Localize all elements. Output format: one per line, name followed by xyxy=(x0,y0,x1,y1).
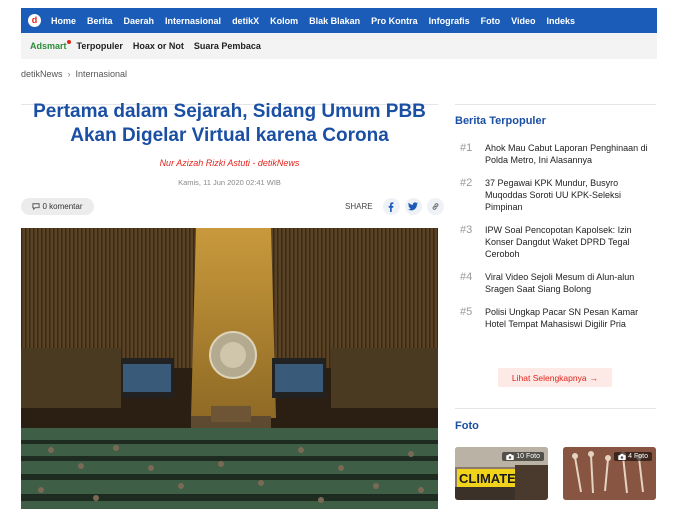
camera-icon xyxy=(618,453,626,460)
climate-sign-text: CLIMATE xyxy=(459,471,516,486)
subnav-adsmart[interactable]: Adsmart xyxy=(30,40,70,51)
nav-home[interactable]: Home xyxy=(51,16,76,26)
rank-number: #1 xyxy=(460,142,473,154)
nav-pro-kontra[interactable]: Pro Kontra xyxy=(371,16,418,26)
article-date: Kamis, 11 Jun 2020 02:41 WIB xyxy=(178,178,281,187)
twitter-share-button[interactable] xyxy=(404,198,422,215)
logo-letter: d xyxy=(31,15,38,25)
photo-count-badge: 10 Foto xyxy=(502,452,544,461)
share-label: SHARE xyxy=(345,202,373,211)
share-bar: SHARE xyxy=(345,198,444,215)
subnav-hoax-or-not[interactable]: Hoax or Not xyxy=(133,41,184,51)
subnav-suara-pembaca[interactable]: Suara Pembaca xyxy=(194,41,261,51)
un-assembly-hall-image xyxy=(21,228,438,509)
photo-gallery-card[interactable]: 4 Foto xyxy=(563,447,656,500)
news-headline[interactable]: 37 Pegawai KPK Mundur, Busyro Muqoddas S… xyxy=(485,177,656,213)
nav-detikx[interactable]: detikX xyxy=(232,16,259,26)
camera-icon xyxy=(506,453,514,460)
foto-heading: Foto xyxy=(455,420,479,432)
nav-berita[interactable]: Berita xyxy=(87,16,113,26)
list-item[interactable]: #5 Polisi Ungkap Pacar SN Pesan Kamar Ho… xyxy=(460,306,656,330)
breadcrumb-internasional[interactable]: Internasional xyxy=(76,69,128,79)
arrow-right-icon: → xyxy=(589,372,599,383)
list-item[interactable]: #4 Viral Video Sejoli Mesum di Alun-alun… xyxy=(460,271,656,295)
subnav-terpopuler[interactable]: Terpopuler xyxy=(77,41,123,51)
photo-count: 4 Foto xyxy=(628,453,648,460)
nav-blak-blakan[interactable]: Blak Blakan xyxy=(309,16,360,26)
article-title: Pertama dalam Sejarah, Sidang Umum PBB A… xyxy=(33,101,426,146)
twitter-icon xyxy=(408,202,419,211)
rank-number: #3 xyxy=(460,224,473,236)
photo-gallery-card[interactable]: CLIMATE 10 Foto xyxy=(455,447,548,500)
comment-count: 0 komentar xyxy=(42,202,83,211)
main-nav: d Home Berita Daerah Internasional detik… xyxy=(21,8,657,33)
nav-infografis[interactable]: Infografis xyxy=(429,16,470,26)
news-headline[interactable]: Ahok Mau Cabut Laporan Penghinaan di Pol… xyxy=(485,142,656,166)
sub-nav: Adsmart Terpopuler Hoax or Not Suara Pem… xyxy=(21,33,657,59)
article-hero-image[interactable] xyxy=(21,228,438,509)
comment-icon xyxy=(32,203,41,210)
popular-news-heading: Berita Terpopuler xyxy=(455,115,546,127)
detik-logo[interactable]: d xyxy=(28,14,41,27)
nav-indeks[interactable]: Indeks xyxy=(546,16,575,26)
rank-number: #2 xyxy=(460,177,473,189)
list-item[interactable]: #3 IPW Soal Pencopotan Kapolsek: Izin Ko… xyxy=(460,224,656,260)
comment-button[interactable]: 0 komentar xyxy=(21,198,94,215)
facebook-icon xyxy=(388,201,394,212)
breadcrumb: detikNews › Internasional xyxy=(21,69,127,79)
divider xyxy=(455,104,656,105)
nav-video[interactable]: Video xyxy=(511,16,535,26)
article-author[interactable]: Nur Azizah Rizki Astuti - detikNews xyxy=(21,158,438,168)
chevron-right-icon: › xyxy=(67,69,71,79)
nav-daerah[interactable]: Daerah xyxy=(124,16,155,26)
rank-number: #4 xyxy=(460,271,473,283)
breadcrumb-detiknews[interactable]: detikNews xyxy=(21,69,63,79)
popular-news-list: #1 Ahok Mau Cabut Laporan Penghinaan di … xyxy=(460,142,656,341)
list-item[interactable]: #2 37 Pegawai KPK Mundur, Busyro Muqodda… xyxy=(460,177,656,213)
list-item[interactable]: #1 Ahok Mau Cabut Laporan Penghinaan di … xyxy=(460,142,656,166)
divider xyxy=(455,408,656,409)
photo-count: 10 Foto xyxy=(516,453,540,460)
news-headline[interactable]: IPW Soal Pencopotan Kapolsek: Izin Konse… xyxy=(485,224,656,260)
rank-number: #5 xyxy=(460,306,473,318)
photo-count-badge: 4 Foto xyxy=(614,452,652,461)
news-headline[interactable]: Polisi Ungkap Pacar SN Pesan Kamar Hotel… xyxy=(485,306,656,330)
nav-internasional[interactable]: Internasional xyxy=(165,16,221,26)
see-more-label: Lihat Selengkapnya xyxy=(511,372,587,383)
news-headline[interactable]: Viral Video Sejoli Mesum di Alun-alun Sr… xyxy=(485,271,656,295)
nav-kolom[interactable]: Kolom xyxy=(270,16,298,26)
nav-foto[interactable]: Foto xyxy=(481,16,501,26)
facebook-share-button[interactable] xyxy=(382,198,400,215)
see-more-button[interactable]: Lihat Selengkapnya → xyxy=(498,368,612,387)
copy-link-button[interactable] xyxy=(426,198,444,215)
link-icon xyxy=(432,203,438,210)
